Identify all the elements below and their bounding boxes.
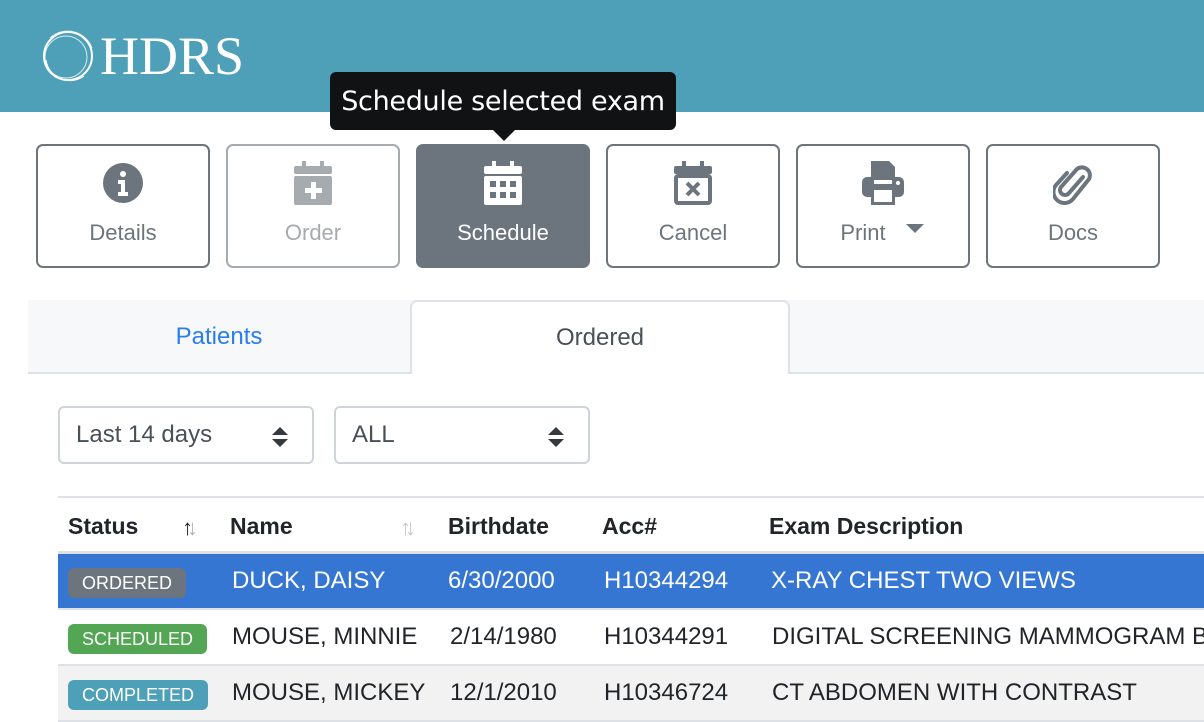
paperclip-icon [1050, 160, 1096, 206]
calendar-x-icon [670, 160, 716, 206]
docs-label: Docs [1047, 220, 1099, 245]
schedule-tooltip: Schedule selected exam [330, 72, 676, 130]
birthdate: 2/14/1980 [450, 623, 557, 650]
column-header-name[interactable]: Name [230, 498, 293, 554]
printer-icon [860, 160, 906, 206]
details-button[interactable]: Details [36, 144, 210, 268]
logo-rings-icon [43, 30, 93, 82]
column-header-status[interactable]: Status [68, 498, 138, 554]
accession-number: H10346724 [604, 679, 729, 706]
patient-name: DUCK, DAISY [232, 567, 386, 594]
patient-name: MOUSE, MICKEY [232, 679, 426, 706]
tooltip-arrow [492, 129, 516, 141]
print-dropdown-caret-icon[interactable] [906, 224, 924, 233]
status-badge: COMPLETED [68, 680, 209, 710]
table-row[interactable]: ORDERED DUCK, DAISY 6/30/2000 H10344294 … [58, 554, 1204, 610]
cancel-label: Cancel [658, 220, 728, 245]
schedule-button[interactable]: Schedule [416, 144, 590, 268]
logo-text: HDRS [100, 26, 245, 86]
action-toolbar: Details Order Schedule Cancel Print Docs [36, 144, 1160, 268]
cancel-button[interactable]: Cancel [606, 144, 780, 268]
select-arrows-icon [548, 427, 564, 447]
tab-ordered[interactable]: Ordered [410, 300, 790, 374]
patient-name: MOUSE, MINNIE [232, 623, 418, 650]
worklist-tabs: Patients Ordered [28, 300, 1204, 374]
column-header-exam-description: Exam Description [769, 512, 964, 539]
info-circle-icon [100, 160, 146, 206]
schedule-label: Schedule [457, 220, 549, 245]
exam-description: DIGITAL SCREENING MAMMOGRAM B [772, 623, 1204, 650]
order-label: Order [284, 220, 342, 245]
exams-table: Status ↑↓ Name ↑↓ Birthdate Acc# Exam De… [58, 496, 1204, 722]
status-filter-value: ALL [352, 421, 395, 448]
sort-name-icon[interactable]: ↑↓ [400, 515, 416, 541]
birthdate: 12/1/2010 [450, 679, 557, 706]
birthdate: 6/30/2000 [448, 567, 555, 594]
date-range-value: Last 14 days [76, 421, 213, 448]
status-badge: SCHEDULED [68, 624, 208, 654]
docs-button[interactable]: Docs [986, 144, 1160, 268]
hdrs-logo[interactable]: HDRS [38, 26, 244, 86]
calendar-plus-icon [290, 160, 336, 206]
table-row[interactable]: SCHEDULED MOUSE, MINNIE 2/14/1980 H10344… [58, 610, 1204, 666]
select-arrows-icon [272, 427, 288, 447]
print-button[interactable]: Print [796, 144, 970, 268]
tab-patients[interactable]: Patients [28, 300, 410, 374]
details-label: Details [89, 220, 157, 245]
calendar-icon [480, 160, 526, 206]
order-button[interactable]: Order [226, 144, 400, 268]
date-range-select[interactable]: Last 14 days [58, 406, 314, 464]
status-badge: ORDERED [68, 568, 187, 598]
column-header-acc: Acc# [602, 512, 657, 539]
table-header: Status ↑↓ Name ↑↓ Birthdate Acc# Exam De… [58, 496, 1204, 554]
accession-number: H10344291 [604, 623, 729, 650]
exam-description: X-RAY CHEST TWO VIEWS [771, 567, 1076, 594]
table-row[interactable]: COMPLETED MOUSE, MICKEY 12/1/2010 H10346… [58, 666, 1204, 722]
sort-status-icon[interactable]: ↑↓ [182, 515, 198, 541]
accession-number: H10344294 [604, 567, 729, 594]
print-label: Print [840, 220, 886, 245]
exam-description: CT ABDOMEN WITH CONTRAST [772, 679, 1137, 706]
status-filter-select[interactable]: ALL [334, 406, 590, 464]
column-header-birthdate: Birthdate [448, 512, 549, 539]
